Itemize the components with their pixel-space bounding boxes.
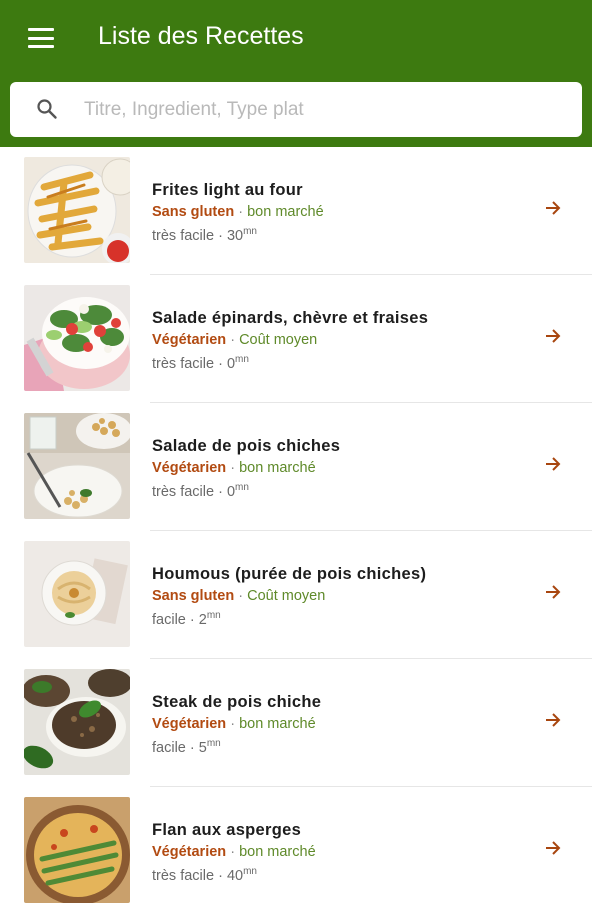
tag-separator: · [230,844,236,860]
cost-tag: bon marché [239,844,316,860]
diet-tag: Végétarien [152,716,227,732]
recipe-row[interactable]: Steak de pois chiche Végétarien · bon ma… [0,659,592,787]
time-unit: mn [206,610,221,621]
cost-tag: bon marché [239,716,316,732]
recipe-meta: très facile · 0mn [152,482,249,500]
search-bar [10,82,582,137]
recipe-tags: Végétarien · bon marché [152,460,316,476]
arrow-right-icon[interactable] [544,583,562,601]
time-unit: mn [243,866,257,877]
recipe-meta: très facile · 30mn [152,226,257,244]
recipe-tags: Sans gluten · Coût moyen [152,588,325,604]
time-unit: mn [235,354,249,365]
diet-tag: Sans gluten [152,588,235,604]
recipe-meta: facile · 2mn [152,610,221,628]
recipe-row[interactable]: Salade de pois chiches Végétarien · bon … [0,403,592,531]
arrow-right-icon[interactable] [544,455,562,473]
tag-separator: · [230,332,236,348]
time-unit: mn [206,738,221,749]
recipe-thumbnail [24,413,130,519]
arrow-right-icon[interactable] [544,327,562,345]
search-input[interactable] [80,82,568,137]
recipe-row[interactable]: Frites light au four Sans gluten · bon m… [0,147,592,275]
difficulty: très facile · [152,227,223,244]
recipe-thumbnail [24,797,130,903]
diet-tag: Végétarien [152,332,227,348]
recipe-thumbnail [24,157,130,263]
recipe-tags: Végétarien · Coût moyen [152,332,317,348]
cost-tag: Coût moyen [239,332,318,348]
recipe-tags: Sans gluten · bon marché [152,204,324,220]
recipe-tags: Végétarien · bon marché [152,716,316,732]
recipe-thumbnail [24,541,130,647]
recipe-title: Salade épinards, chèvre et fraises [152,309,429,327]
diet-tag: Sans gluten [152,204,235,220]
prep-time: 0 [226,355,236,372]
difficulty: très facile · [152,483,223,500]
difficulty: très facile · [152,355,223,372]
tag-separator: · [230,716,236,732]
hamburger-menu-icon[interactable] [28,24,62,48]
page-title: Liste des Recettes [98,22,304,50]
recipe-list: Frites light au four Sans gluten · bon m… [0,147,592,915]
recipe-title: Frites light au four [152,181,303,199]
recipe-row[interactable]: Salade épinards, chèvre et fraises Végét… [0,275,592,403]
difficulty: facile · [152,739,195,756]
time-unit: mn [235,482,249,493]
recipe-tags: Végétarien · bon marché [152,844,316,860]
recipe-title: Flan aux asperges [152,821,302,839]
diet-tag: Végétarien [152,460,227,476]
prep-time: 0 [226,483,236,500]
arrow-right-icon[interactable] [544,711,562,729]
arrow-right-icon[interactable] [544,839,562,857]
difficulty: très facile · [152,867,223,884]
recipe-meta: très facile · 0mn [152,354,249,372]
difficulty: facile · [152,611,195,628]
recipe-row[interactable]: Flan aux asperges Végétarien · bon march… [0,787,592,915]
prep-time: 5 [198,739,207,756]
search-icon [37,99,57,119]
recipe-title: Steak de pois chiche [152,693,322,711]
prep-time: 2 [198,611,207,628]
recipe-title: Houmous (purée de pois chiches) [152,565,427,583]
tag-separator: · [238,588,244,604]
cost-tag: Coût moyen [247,588,326,604]
tag-separator: · [238,204,244,220]
arrow-right-icon[interactable] [544,199,562,217]
recipe-title: Salade de pois chiches [152,437,341,455]
cost-tag: bon marché [239,460,316,476]
prep-time: 40 [226,867,244,884]
time-unit: mn [243,226,257,237]
tag-separator: · [230,460,236,476]
diet-tag: Végétarien [152,844,227,860]
recipe-row[interactable]: Houmous (purée de pois chiches) Sans glu… [0,531,592,659]
recipe-thumbnail [24,669,130,775]
app-bar: Liste des Recettes [0,0,592,147]
recipe-meta: très facile · 40mn [152,866,257,884]
cost-tag: bon marché [247,204,324,220]
recipe-meta: facile · 5mn [152,738,221,756]
prep-time: 30 [226,227,244,244]
recipe-thumbnail [24,285,130,391]
